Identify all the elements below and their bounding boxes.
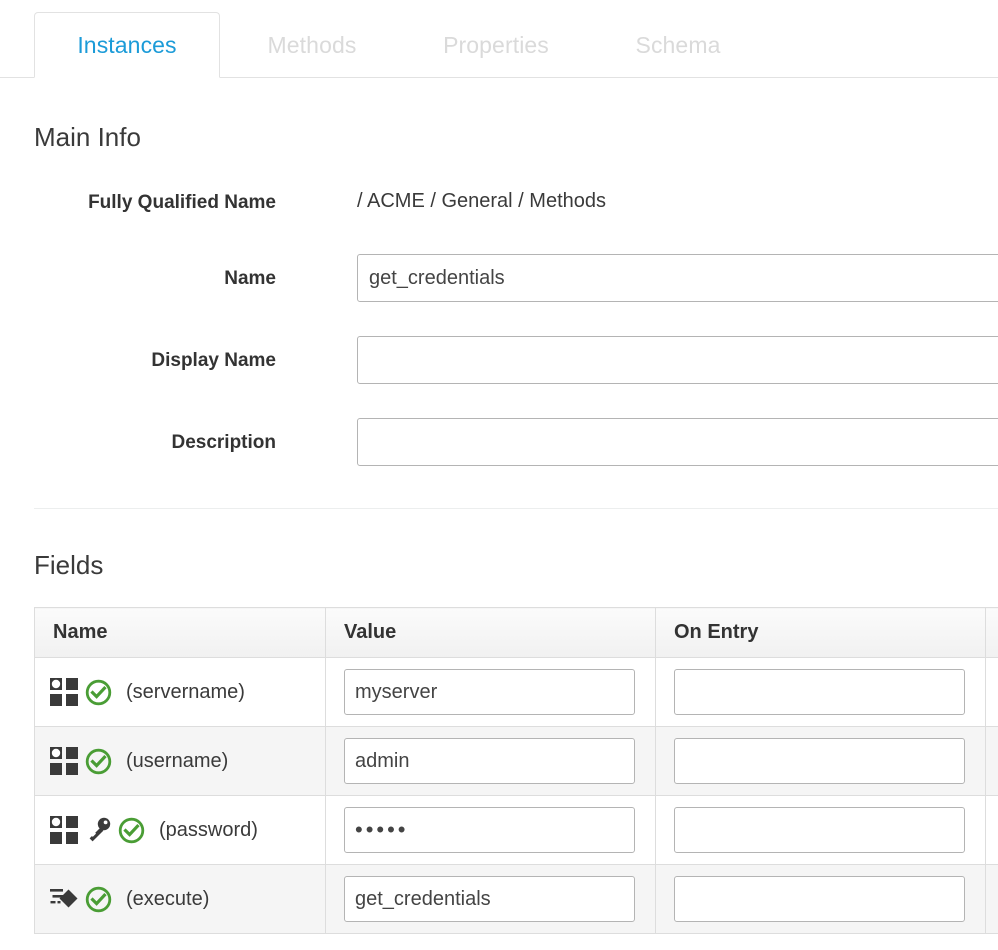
check-circle-icon: [118, 817, 145, 844]
main-info-heading: Main Info: [34, 122, 141, 152]
field-on-entry-input-wrap: [656, 658, 985, 726]
description-label: Description: [171, 432, 276, 453]
field-value-input-wrap: [326, 796, 655, 864]
table-row: (servername): [34, 657, 998, 727]
table-row: (execute): [34, 864, 998, 934]
tab-properties[interactable]: Properties: [406, 12, 586, 78]
field-extra-cell: [985, 795, 998, 865]
field-on-entry-input[interactable]: [674, 876, 965, 922]
tab-methods[interactable]: Methods: [232, 12, 392, 78]
field-value-cell: [325, 657, 656, 727]
key-icon: [85, 817, 111, 843]
field-on-entry-input[interactable]: [674, 807, 965, 853]
column-header-on-entry[interactable]: On Entry: [655, 607, 986, 658]
field-on-entry-cell: [655, 864, 986, 934]
field-name-label: (password): [159, 818, 258, 841]
fields-table: Name Value On Entry (servername) (usernam…: [34, 607, 998, 934]
execute-icon: [50, 886, 78, 912]
field-on-entry-input-wrap: [656, 727, 985, 795]
table-row: (password): [34, 795, 998, 865]
name-input[interactable]: [357, 254, 998, 302]
field-name-cell: (password): [34, 795, 326, 865]
check-circle-icon: [85, 748, 112, 775]
field-on-entry-input[interactable]: [674, 669, 965, 715]
fields-table-head: Name Value On Entry: [34, 607, 998, 658]
field-value-input[interactable]: [344, 669, 635, 715]
field-name-content: (execute): [35, 865, 325, 933]
table-row: (username): [34, 726, 998, 796]
fields-table-body: (servername) (username) (password) (execute…: [34, 657, 998, 934]
column-header-extra[interactable]: [985, 607, 998, 658]
field-value-cell: [325, 864, 656, 934]
field-value-cell: [325, 795, 656, 865]
field-on-entry-input-wrap: [656, 796, 985, 864]
field-on-entry-input-wrap: [656, 865, 985, 933]
tab-schema[interactable]: Schema: [608, 12, 748, 78]
field-value-input-wrap: [326, 727, 655, 795]
field-value-cell: [325, 726, 656, 796]
field-name-cell: (execute): [34, 864, 326, 934]
field-name-label: (servername): [126, 680, 245, 703]
field-value-input[interactable]: [344, 876, 635, 922]
field-on-entry-input[interactable]: [674, 738, 965, 784]
description-input[interactable]: [357, 418, 998, 466]
section-divider: [34, 508, 998, 509]
field-name-cell: (username): [34, 726, 326, 796]
check-circle-icon: [85, 886, 112, 913]
field-name-label: (execute): [126, 887, 210, 910]
field-on-entry-cell: [655, 726, 986, 796]
check-circle-icon: [85, 679, 112, 706]
field-value-input[interactable]: [344, 738, 635, 784]
instances-panel: Instances Methods Properties Schema Main…: [0, 0, 998, 950]
field-on-entry-cell: [655, 657, 986, 727]
display-name-input[interactable]: [357, 336, 998, 384]
table-header-row: Name Value On Entry: [34, 607, 998, 658]
name-label: Name: [224, 268, 276, 289]
display-name-label: Display Name: [151, 350, 276, 371]
grid-icon: [50, 747, 78, 775]
field-extra-cell: [985, 864, 998, 934]
column-header-name[interactable]: Name: [34, 607, 326, 658]
field-name-content: (password): [35, 796, 325, 864]
field-value-input-wrap: [326, 865, 655, 933]
field-name-cell: (servername): [34, 657, 326, 727]
fully-qualified-name-label: Fully Qualified Name: [88, 192, 276, 213]
field-extra-cell: [985, 657, 998, 727]
fully-qualified-name-value: / ACME / General / Methods: [357, 190, 606, 212]
field-name-label: (username): [126, 749, 229, 772]
field-value-input[interactable]: [344, 807, 635, 853]
field-value-input-wrap: [326, 658, 655, 726]
field-name-content: (username): [35, 727, 325, 795]
column-header-value[interactable]: Value: [325, 607, 656, 658]
grid-icon: [50, 678, 78, 706]
tab-bar: Instances Methods Properties Schema: [0, 0, 998, 78]
tab-instances[interactable]: Instances: [34, 12, 220, 78]
field-name-content: (servername): [35, 658, 325, 726]
grid-icon: [50, 816, 78, 844]
fields-heading: Fields: [34, 550, 104, 580]
field-on-entry-cell: [655, 795, 986, 865]
field-extra-cell: [985, 726, 998, 796]
